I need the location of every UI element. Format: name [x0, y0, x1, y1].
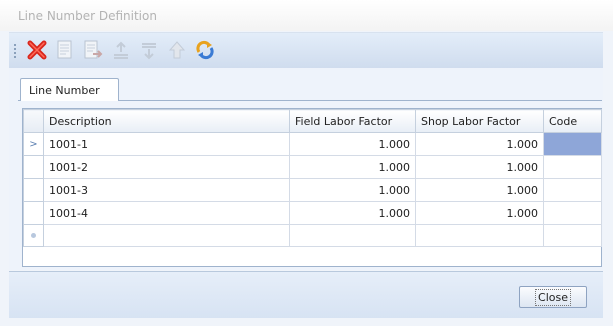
cell-field-labor-factor[interactable]: 1.000	[289, 201, 416, 225]
cell-shop-labor-factor[interactable]: 1.000	[415, 132, 544, 156]
export-document-icon	[84, 40, 103, 59]
table-row[interactable]: 1001-4 1.000 1.000	[23, 201, 602, 225]
new-cell-field-labor-factor[interactable]	[289, 224, 416, 247]
export-button[interactable]	[82, 39, 104, 61]
line-number-grid: Description Field Labor Factor Shop Labo…	[22, 108, 602, 267]
toolbar	[9, 32, 603, 70]
close-button[interactable]: Close	[519, 286, 587, 308]
window-title: Line Number Definition	[18, 9, 157, 23]
column-header-description[interactable]: Description	[43, 109, 290, 133]
table-row[interactable]: 1001-3 1.000 1.000	[23, 178, 602, 202]
move-up-button[interactable]	[110, 39, 132, 61]
edit-button[interactable]	[54, 39, 76, 61]
cell-description[interactable]: 1001-2	[43, 155, 290, 179]
toolbar-grip[interactable]	[14, 44, 18, 58]
column-header-code[interactable]: Code	[543, 109, 602, 133]
tab-panel: Line Number Description Field Labor Fact…	[9, 68, 603, 270]
delete-x-icon	[27, 40, 47, 60]
row-selector[interactable]	[23, 201, 44, 225]
row-indicator[interactable]: >	[23, 132, 44, 156]
table-row[interactable]: > 1001-1 1.000 1.000	[23, 132, 602, 156]
arrow-up-button[interactable]	[166, 39, 188, 61]
tab-label: Line Number	[29, 84, 100, 97]
tab-line-number[interactable]: Line Number	[20, 78, 119, 101]
move-up-icon	[114, 41, 128, 59]
header-corner	[23, 109, 44, 133]
cell-field-labor-factor[interactable]: 1.000	[289, 132, 416, 156]
row-selector[interactable]	[23, 155, 44, 179]
dialog-footer: Close	[9, 271, 603, 318]
cell-code[interactable]	[543, 132, 602, 156]
refresh-button[interactable]	[194, 39, 216, 61]
cell-description[interactable]: 1001-1	[43, 132, 290, 156]
new-cell-description[interactable]	[43, 224, 290, 247]
grid-header-row: Description Field Labor Factor Shop Labo…	[23, 109, 602, 133]
cell-description[interactable]: 1001-4	[43, 201, 290, 225]
cell-description[interactable]: 1001-3	[43, 178, 290, 202]
new-row[interactable]	[23, 224, 602, 247]
move-down-button[interactable]	[138, 39, 160, 61]
cell-code[interactable]	[543, 178, 602, 202]
cell-field-labor-factor[interactable]: 1.000	[289, 178, 416, 202]
cell-shop-labor-factor[interactable]: 1.000	[415, 155, 544, 179]
new-cell-shop-labor-factor[interactable]	[415, 224, 544, 247]
column-header-shop-labor-factor[interactable]: Shop Labor Factor	[415, 109, 544, 133]
title-bar: Line Number Definition	[0, 0, 613, 31]
column-header-field-labor-factor[interactable]: Field Labor Factor	[289, 109, 416, 133]
new-row-icon	[31, 233, 36, 238]
new-row-indicator[interactable]	[23, 224, 44, 247]
move-down-icon	[142, 43, 156, 60]
dialog-window: Line Number Definition Line Number Descr…	[0, 0, 613, 326]
cell-shop-labor-factor[interactable]: 1.000	[415, 178, 544, 202]
cell-shop-labor-factor[interactable]: 1.000	[415, 201, 544, 225]
edit-document-icon	[57, 40, 72, 59]
row-selector[interactable]	[23, 178, 44, 202]
new-cell-code[interactable]	[543, 224, 602, 247]
grid-table: Description Field Labor Factor Shop Labo…	[23, 109, 602, 247]
refresh-icon	[196, 40, 214, 60]
delete-button[interactable]	[26, 39, 48, 61]
close-button-label: Close	[535, 288, 571, 306]
cell-code[interactable]	[543, 201, 602, 225]
arrow-up-icon	[168, 41, 186, 59]
cell-field-labor-factor[interactable]: 1.000	[289, 155, 416, 179]
table-row[interactable]: 1001-2 1.000 1.000	[23, 155, 602, 179]
cell-code[interactable]	[543, 155, 602, 179]
